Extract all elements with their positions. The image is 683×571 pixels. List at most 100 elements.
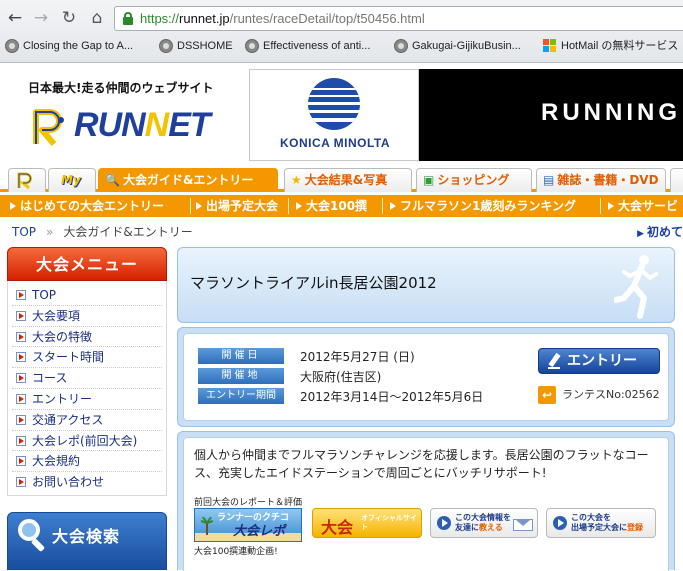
report-banner-title: 大会レポ	[233, 524, 286, 539]
tell-friend-button[interactable]: この大会情報を 友達に教える	[430, 508, 538, 538]
sidebar-item-entry[interactable]: エントリー	[12, 389, 162, 410]
report-label: 前回大会のレポート＆評価	[194, 498, 303, 508]
subnav-race-100[interactable]: 大会100撰	[292, 195, 367, 217]
breadcrumb: TOP » 大会ガイド&エントリー 初めて	[12, 223, 683, 241]
tab-race-guide[interactable]: 🔍 大会ガイド&エントリー	[98, 168, 278, 192]
sidebar-item-rules[interactable]: 大会規約	[12, 451, 162, 473]
browser-nav-row: ← → ↻ ⌂ https://runnet.jp/runtes/raceDet…	[0, 4, 683, 34]
race-title-banner: マラソントライアルin長居公園2012	[177, 247, 675, 323]
runner-badge-icon: ↩	[538, 386, 556, 404]
entry-period-value: 2012年3月14日～2012年5月6日	[300, 390, 484, 404]
subnav-age-ranking[interactable]: フルマラソン1歳刻みランキング	[386, 195, 576, 217]
report-caption: 大会100撰連動企画!	[194, 547, 278, 557]
sidebar-item-features[interactable]: 大会の特徴	[12, 327, 162, 348]
globe-icon	[245, 39, 259, 53]
sidebar-item-top[interactable]: TOP	[12, 285, 162, 306]
arrow-circle-icon	[437, 516, 451, 530]
arrow-bullet-icon	[16, 290, 26, 300]
arrow-circle-icon	[553, 516, 567, 530]
race-title: マラソントライアルin長居公園2012	[190, 274, 437, 292]
arrow-bullet-icon	[16, 477, 26, 488]
bookmarks-bar: Closing the Gap to A... DSSHOME Effectiv…	[0, 36, 683, 58]
star-icon: ★	[291, 172, 302, 187]
official-site-small-text: オフィシャルサイト	[361, 514, 417, 531]
ad-sponsor-text: KONICA MINOLTA	[279, 136, 391, 150]
reload-icon[interactable]: ↻	[58, 7, 80, 29]
race-search-panel[interactable]: 大会検索	[7, 512, 167, 570]
bookmark-item[interactable]: DSSHOME	[158, 36, 233, 58]
konica-minolta-ad[interactable]: KONICA MINOLTA	[249, 69, 419, 161]
runnet-logo-text: RUNNET	[74, 106, 211, 144]
sidebar-item-start-time[interactable]: スタート時間	[12, 347, 162, 369]
arrow-bullet-icon	[16, 331, 26, 342]
runtes-number: ↩ ランテスNo:02562	[538, 386, 660, 404]
pencil-icon	[547, 352, 561, 369]
sidebar-item-access[interactable]: 交通アクセス	[12, 410, 162, 431]
tell-friend-label: この大会情報を 友達に教える	[455, 513, 511, 532]
cart-icon: ▣	[423, 172, 435, 187]
arrow-bullet-icon	[16, 393, 26, 404]
official-site-button[interactable]: 大会 オフィシャルサイト	[312, 508, 422, 538]
race-menu-sidebar: 大会メニュー TOP 大会要項 大会の特徴 スタート時間 コース エントリー 交…	[7, 247, 167, 496]
sidebar-item-guidelines[interactable]: 大会要項	[12, 306, 162, 327]
tab-home[interactable]	[8, 168, 46, 192]
tab-my[interactable]: My	[48, 168, 96, 192]
tab-race-results[interactable]: ★ 大会結果&写真	[284, 168, 412, 192]
bookmark-item[interactable]: Effectiveness of anti...	[244, 36, 370, 58]
windows-icon	[543, 39, 557, 53]
tab-more[interactable]	[670, 168, 683, 192]
url-text[interactable]: https://runnet.jp/runtes/raceDetail/top/…	[140, 11, 425, 26]
add-planned-race-button[interactable]: この大会を 出場予定大会に登録	[546, 508, 656, 538]
bookmark-item[interactable]: Closing the Gap to A...	[4, 36, 133, 58]
envelope-icon	[513, 519, 533, 531]
race-menu-list: TOP 大会要項 大会の特徴 スタート時間 コース エントリー 交通アクセス 大…	[7, 281, 167, 496]
arrow-bullet-icon	[16, 310, 26, 321]
race-menu-title: 大会メニュー	[7, 247, 167, 281]
arrow-bullet-icon	[16, 456, 26, 467]
subnav-divider	[190, 198, 191, 214]
race-report-banner[interactable]: ランナーのクチコ 大会レポ	[194, 508, 302, 542]
runnet-logo[interactable]: RUNNET	[30, 102, 230, 148]
globe-icon	[5, 39, 19, 53]
back-arrow-icon[interactable]: ←	[4, 7, 26, 29]
sidebar-item-course[interactable]: コース	[12, 368, 162, 389]
konica-minolta-globe-icon	[308, 78, 360, 130]
arrow-bullet-icon	[16, 414, 26, 425]
globe-icon	[394, 39, 408, 53]
home-icon[interactable]: ⌂	[86, 7, 108, 29]
chevron-right-icon: »	[46, 225, 54, 239]
ad-banner-text: RUNNING	[541, 99, 681, 126]
forward-arrow-icon[interactable]: →	[30, 7, 52, 29]
subnav-divider	[288, 198, 289, 214]
lock-icon	[123, 12, 133, 25]
address-bar[interactable]: https://runnet.jp/runtes/raceDetail/top/…	[114, 6, 683, 31]
subnav-planned-races[interactable]: 出場予定大会	[192, 195, 278, 217]
place-label: 開催地	[198, 368, 284, 384]
runnet-home-icon	[17, 172, 32, 189]
subnav-race-service[interactable]: 大会サービ	[604, 195, 678, 217]
runner-silhouette-icon	[614, 255, 658, 319]
breadcrumb-top-link[interactable]: TOP	[12, 225, 36, 239]
sub-navigation: はじめての大会エントリー 出場予定大会 大会100撰 フルマラソン1歳刻みランキ…	[0, 195, 683, 217]
sidebar-item-report[interactable]: 大会レポ(前回大会)	[12, 431, 162, 452]
entry-button[interactable]: エントリー	[538, 348, 660, 374]
running-ad-banner[interactable]: RUNNING	[419, 69, 683, 161]
runnet-r-mark-icon	[33, 109, 64, 146]
subnav-first-entry[interactable]: はじめての大会エントリー	[6, 195, 164, 217]
globe-icon	[159, 39, 173, 53]
bookmark-item[interactable]: Gakugai-GijikuBusin...	[393, 36, 521, 58]
official-site-big-text: 大会	[321, 518, 354, 537]
tab-shopping[interactable]: ▣ ショッピング	[416, 168, 532, 192]
sidebar-item-contact[interactable]: お問い合わせ	[12, 472, 162, 493]
main-tabs: My 🔍 大会ガイド&エントリー ★ 大会結果&写真 ▣ ショッピング ▤ 雑誌・書籍・…	[0, 168, 683, 192]
book-icon: ▤	[543, 172, 555, 187]
tab-books[interactable]: ▤ 雑誌・書籍・DVD	[536, 168, 666, 192]
race-description-body: 個人から仲間までフルマラソンチャレンジを応援します。長居公園のフラットなコース、…	[183, 437, 669, 571]
race-search-title: 大会検索	[52, 527, 121, 546]
site-tagline: 日本最大!走る仲間のウェブサイト	[28, 81, 214, 95]
magnifier-icon	[18, 519, 48, 553]
race-info-body: 開催日 2012年5月27日 (日) 開催地 大阪府(住吉区) エントリー期間 …	[183, 333, 669, 421]
bookmark-item[interactable]: HotMail の無料サービス	[542, 36, 678, 58]
breadcrumb-current: 大会ガイド&エントリー	[63, 225, 193, 239]
first-time-link[interactable]: 初めて	[637, 223, 683, 240]
